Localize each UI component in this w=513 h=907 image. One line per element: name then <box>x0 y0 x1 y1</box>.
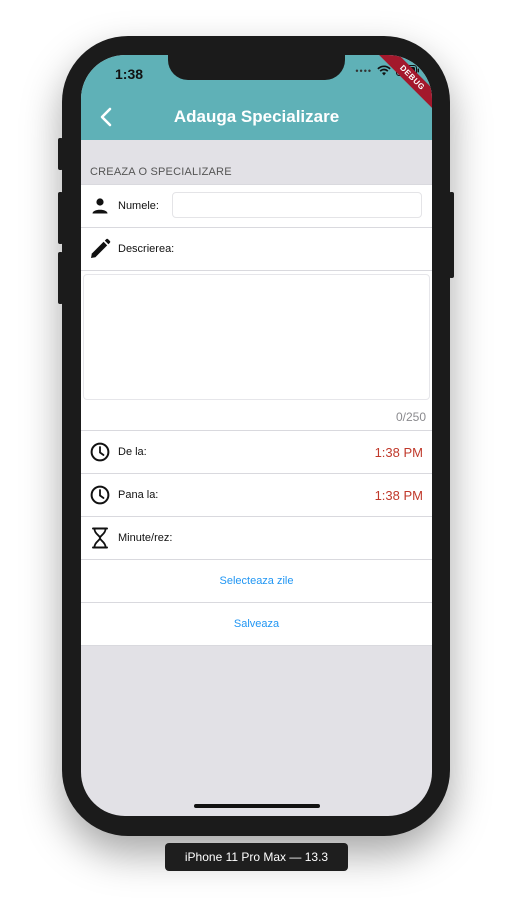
from-label: De la: <box>118 446 147 458</box>
from-time-row[interactable]: De la: 1:38 PM <box>81 431 432 474</box>
clock-icon <box>89 441 111 463</box>
power-button <box>449 192 454 278</box>
select-days-row: Selecteaza zile <box>81 560 432 603</box>
to-time-value[interactable]: 1:38 PM <box>375 488 423 503</box>
char-counter: 0/250 <box>395 410 426 424</box>
specialization-form: Numele: Descrierea: 0/250 De la: 1:38 PM… <box>81 184 432 646</box>
description-area-wrap <box>81 271 432 402</box>
description-row: Descrierea: <box>81 228 432 271</box>
to-time-row[interactable]: Pana la: 1:38 PM <box>81 474 432 517</box>
save-row: Salveaza <box>81 603 432 646</box>
signal-icon: •••• <box>355 65 372 76</box>
volume-up-button <box>58 192 63 244</box>
description-textarea[interactable] <box>83 274 430 400</box>
from-time-value[interactable]: 1:38 PM <box>375 445 423 460</box>
home-indicator[interactable] <box>194 804 320 808</box>
device-label: iPhone 11 Pro Max — 13.3 <box>165 843 348 871</box>
page-title: Adauga Specializare <box>173 107 340 126</box>
person-icon <box>89 195 111 217</box>
status-time: 1:38 <box>115 66 144 82</box>
name-label: Numele: <box>118 200 159 212</box>
screen: 1:38 •••• DEBUG Adauga Specializare CREA… <box>81 55 432 816</box>
section-header: CREAZA O SPECIALIZARE <box>90 166 232 178</box>
name-input[interactable] <box>172 192 422 218</box>
description-label: Descrierea: <box>118 243 175 255</box>
counter-row: 0/250 <box>81 402 432 431</box>
minutes-row[interactable]: Minute/rez: <box>81 517 432 560</box>
select-days-button[interactable]: Selecteaza zile <box>220 575 294 587</box>
name-row: Numele: <box>81 185 432 228</box>
wifi-icon <box>377 65 391 76</box>
hourglass-icon <box>89 527 111 549</box>
clock-icon <box>89 484 111 506</box>
minutes-label: Minute/rez: <box>118 532 173 544</box>
pencil-icon <box>89 238 111 260</box>
to-label: Pana la: <box>118 489 159 501</box>
save-button[interactable]: Salveaza <box>234 618 279 630</box>
notch <box>168 55 345 80</box>
silent-switch <box>58 138 63 170</box>
volume-down-button <box>58 252 63 304</box>
